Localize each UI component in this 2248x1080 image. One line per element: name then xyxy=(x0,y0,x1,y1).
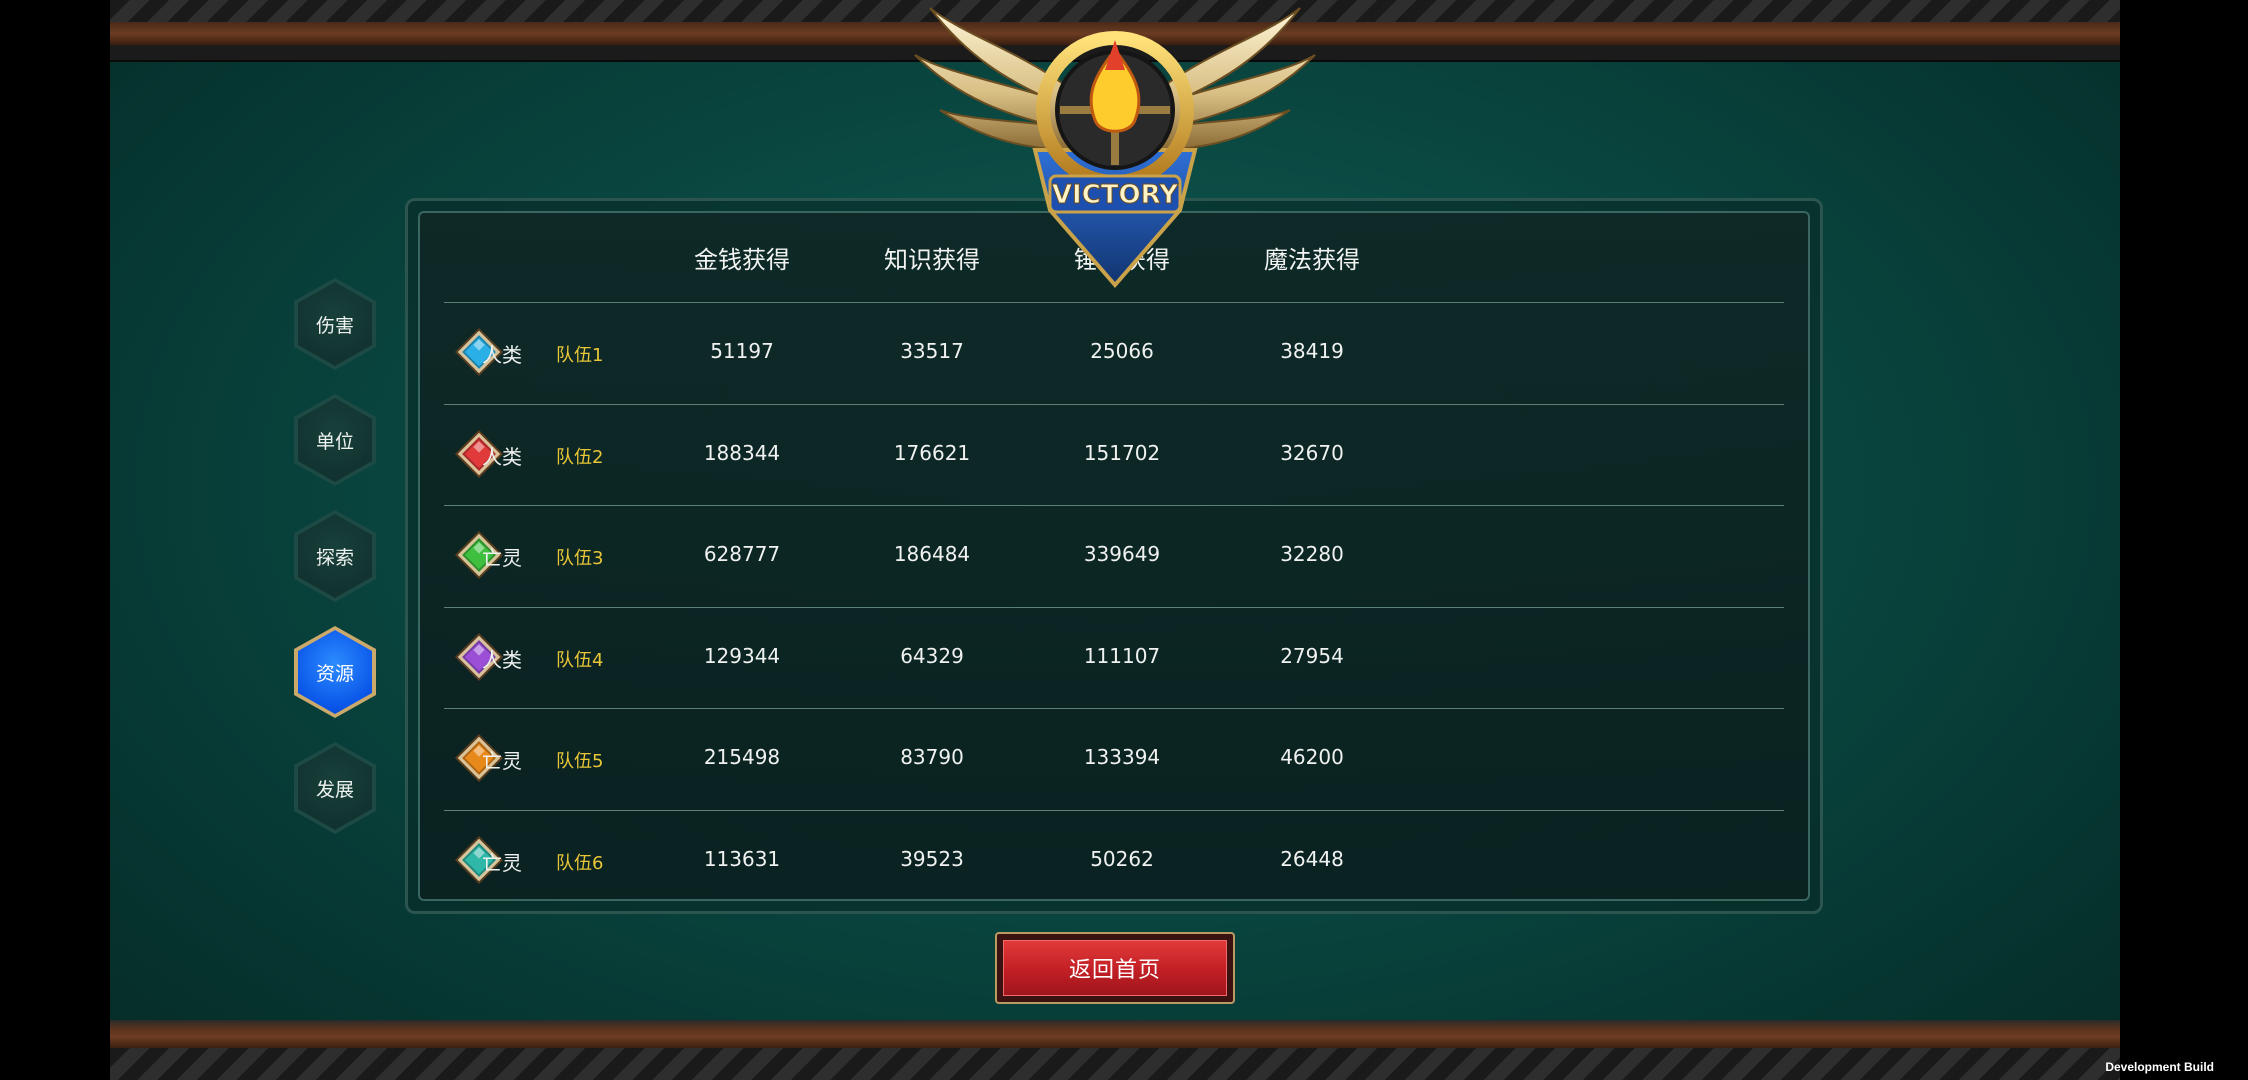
team-label: 队伍1 xyxy=(556,345,604,366)
race-label: 亡灵 xyxy=(482,850,522,875)
side-tab-label: 发展 xyxy=(298,746,372,830)
magic-value: 38419 xyxy=(1280,339,1344,363)
race-label: 亡灵 xyxy=(482,546,522,570)
team-label: 队伍2 xyxy=(556,446,604,468)
bottom-border-wood xyxy=(110,1020,2120,1048)
magic-value: 46200 xyxy=(1280,745,1344,769)
hammer-value: 111107 xyxy=(1083,643,1161,668)
side-tab-label: 伤害 xyxy=(298,282,372,366)
victory-emblem-icon: VICTORY xyxy=(914,7,1316,289)
side-tab-label: 单位 xyxy=(298,398,372,482)
gold-value: 51197 xyxy=(710,339,774,363)
table-row: 人类 队伍2 188344 176621 151702 32670 xyxy=(444,403,1784,506)
side-tab-label: 探索 xyxy=(298,514,372,598)
table-row: 人类 队伍1 51197 33517 25066 38419 xyxy=(444,302,1784,404)
table-row: 亡灵 队伍3 628777 186484 339649 32280 xyxy=(444,505,1784,607)
development-build-label: Development Build xyxy=(2105,1060,2214,1074)
team-label: 队伍6 xyxy=(556,852,604,874)
magic-value: 26448 xyxy=(1280,846,1344,871)
tab-damage[interactable]: 伤害 xyxy=(294,278,376,370)
header-gold: 金钱获得 xyxy=(694,246,790,274)
knowledge-value: 83790 xyxy=(900,745,964,769)
tab-explore[interactable]: 探索 xyxy=(294,510,376,602)
hammer-value: 133394 xyxy=(1083,745,1161,769)
gold-value: 215498 xyxy=(703,745,781,769)
knowledge-value: 186484 xyxy=(893,542,971,566)
return-home-label: 返回首页 xyxy=(1003,940,1227,996)
tab-units[interactable]: 单位 xyxy=(294,394,376,486)
table-row: 人类 队伍4 129344 64329 111107 27954 xyxy=(444,606,1784,709)
gold-value: 113631 xyxy=(703,846,781,871)
hammer-value: 339649 xyxy=(1083,542,1161,566)
race-label: 人类 xyxy=(482,444,522,469)
tab-resources[interactable]: 资源 xyxy=(294,626,376,718)
team-label: 队伍5 xyxy=(556,751,604,772)
hammer-value: 25066 xyxy=(1090,339,1154,363)
victory-text: VICTORY xyxy=(1052,180,1179,210)
race-label: 亡灵 xyxy=(482,749,522,773)
table-row: 亡灵 队伍6 113631 39523 50262 26448 xyxy=(444,809,1784,912)
knowledge-value: 176621 xyxy=(893,440,971,465)
knowledge-value: 64329 xyxy=(900,643,964,668)
table-row: 亡灵 队伍5 215498 83790 133394 46200 xyxy=(444,708,1784,810)
gold-value: 129344 xyxy=(703,643,781,668)
race-label: 人类 xyxy=(482,343,522,367)
hammer-value: 151702 xyxy=(1083,440,1161,465)
team-label: 队伍4 xyxy=(556,649,604,671)
hammer-value: 50262 xyxy=(1090,846,1154,871)
side-tab-label: 资源 xyxy=(298,630,372,714)
knowledge-value: 33517 xyxy=(900,339,964,363)
race-label: 人类 xyxy=(482,647,522,672)
gold-value: 188344 xyxy=(703,440,781,465)
bottom-border-pattern xyxy=(110,1048,2120,1080)
team-label: 队伍3 xyxy=(556,548,604,569)
magic-value: 32670 xyxy=(1280,440,1344,465)
gold-value: 628777 xyxy=(703,542,781,566)
game-screen: 金钱获得 知识获得 锤子获得 魔法获得 人类队伍1511973351725066… xyxy=(110,0,2120,1080)
return-home-button[interactable]: 返回首页 xyxy=(995,932,1235,1004)
magic-value: 32280 xyxy=(1280,542,1344,566)
knowledge-value: 39523 xyxy=(900,846,964,871)
tab-development[interactable]: 发展 xyxy=(294,742,376,834)
magic-value: 27954 xyxy=(1280,643,1344,668)
